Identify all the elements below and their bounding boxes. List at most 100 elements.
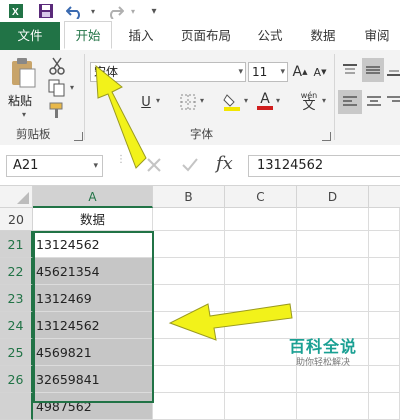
cell-empty[interactable] (225, 393, 297, 420)
row-header[interactable]: 26 (0, 366, 33, 393)
underline-button[interactable]: U (138, 92, 154, 112)
cancel-icon[interactable] (144, 155, 166, 177)
format-painter-icon[interactable] (46, 100, 68, 120)
font-color-button[interactable]: A (256, 90, 274, 112)
cell-empty[interactable] (297, 285, 369, 312)
font-name-dropdown-icon[interactable]: ▾ (238, 63, 243, 81)
column-header-b[interactable]: B (153, 186, 225, 208)
cut-icon[interactable] (46, 56, 68, 76)
cell-empty[interactable] (153, 339, 225, 366)
column-header-a[interactable]: A (33, 186, 153, 208)
align-bottom-icon[interactable] (386, 60, 400, 80)
row-header[interactable]: 20 (0, 208, 33, 231)
align-center-icon[interactable] (364, 92, 384, 112)
cell-a[interactable]: 13124562 (33, 231, 153, 258)
font-name-box[interactable]: 宋体 ▾ (90, 62, 246, 82)
excel-app-icon[interactable]: X (6, 2, 26, 20)
formula-bar-grip-icon[interactable]: ⋮ (116, 155, 126, 175)
copy-icon[interactable] (46, 78, 68, 98)
cell-empty[interactable] (297, 393, 369, 420)
row-header[interactable] (0, 393, 33, 420)
cell-empty[interactable] (153, 258, 225, 285)
cell-empty[interactable] (369, 366, 400, 393)
cell-empty[interactable] (369, 258, 400, 285)
cell-a[interactable]: 1312469 (33, 285, 153, 312)
cell-empty[interactable] (153, 231, 225, 258)
redo-icon[interactable] (104, 2, 126, 20)
phonetic-dropdown-icon[interactable]: ▾ (322, 96, 326, 105)
cell-empty[interactable] (225, 231, 297, 258)
insert-function-button[interactable]: fx (216, 153, 242, 177)
redo-dropdown-icon[interactable]: ▾ (128, 2, 138, 20)
row-header[interactable]: 22 (0, 258, 33, 285)
name-box-dropdown-icon[interactable]: ▾ (93, 156, 98, 176)
tab-review[interactable]: 审阅 (354, 22, 400, 50)
customize-toolbar-icon[interactable]: ▾ (146, 2, 162, 20)
cell-empty[interactable] (297, 231, 369, 258)
cell-a[interactable]: 32659841 (33, 366, 153, 393)
cell-a[interactable]: 45621354 (33, 258, 153, 285)
formula-input[interactable]: 13124562 (248, 155, 400, 177)
cell-empty[interactable] (369, 231, 400, 258)
shrink-font-button[interactable]: A ▼ (312, 62, 328, 82)
select-all-corner[interactable] (0, 186, 33, 208)
underline-dropdown-icon[interactable]: ▾ (156, 96, 160, 105)
row-header[interactable]: 23 (0, 285, 33, 312)
enter-icon[interactable] (180, 155, 202, 177)
cell-a20-header[interactable]: 数据 (33, 208, 153, 231)
paste-label[interactable]: 粘贴 (8, 92, 32, 109)
cell-empty[interactable] (369, 393, 400, 420)
clipboard-launcher-icon[interactable] (74, 132, 83, 141)
tab-page-layout[interactable]: 页面布局 (172, 22, 240, 50)
undo-icon[interactable] (64, 2, 86, 20)
align-middle-icon[interactable] (362, 58, 384, 82)
tab-data[interactable]: 数据 (300, 22, 346, 50)
cell-a[interactable]: 13124562 (33, 312, 153, 339)
fill-color-dropdown-icon[interactable]: ▾ (244, 96, 248, 105)
cell-empty[interactable] (153, 393, 225, 420)
fill-color-icon[interactable] (222, 90, 242, 112)
align-left-icon[interactable] (338, 90, 362, 114)
tab-home[interactable]: 开始 (64, 21, 112, 49)
cell-empty[interactable] (297, 258, 369, 285)
paste-icon[interactable] (8, 56, 38, 90)
undo-dropdown-icon[interactable]: ▾ (88, 2, 98, 20)
borders-icon[interactable] (178, 92, 198, 112)
grow-font-button[interactable]: A ▲ (292, 62, 308, 82)
tab-formulas[interactable]: 公式 (248, 22, 292, 50)
column-header-d[interactable]: D (297, 186, 369, 208)
column-header-c[interactable]: C (225, 186, 297, 208)
font-launcher-icon[interactable] (322, 132, 331, 141)
cell-empty[interactable] (153, 285, 225, 312)
tab-insert[interactable]: 插入 (118, 22, 164, 50)
paste-dropdown-icon[interactable]: ▾ (22, 110, 26, 119)
cell-empty[interactable] (369, 285, 400, 312)
cell-empty[interactable] (153, 312, 225, 339)
row-header[interactable]: 21 (0, 231, 33, 258)
tab-file[interactable]: 文件 (0, 22, 60, 50)
cell-a[interactable]: 4569821 (33, 339, 153, 366)
save-icon[interactable] (36, 2, 56, 20)
row-header[interactable]: 25 (0, 339, 33, 366)
cell-empty[interactable] (369, 208, 400, 231)
cell-a[interactable]: 4987562 (33, 393, 153, 420)
cell-empty[interactable] (225, 258, 297, 285)
phonetic-guide-button[interactable]: wén 文 (296, 88, 322, 114)
row-header[interactable]: 24 (0, 312, 33, 339)
cell-empty[interactable] (225, 208, 297, 231)
align-top-icon[interactable] (340, 60, 360, 80)
cell-empty[interactable] (369, 312, 400, 339)
cell-empty[interactable] (369, 339, 400, 366)
font-color-dropdown-icon[interactable]: ▾ (276, 96, 280, 105)
cell-empty[interactable] (297, 208, 369, 231)
borders-dropdown-icon[interactable]: ▾ (200, 96, 204, 105)
cell-empty[interactable] (225, 285, 297, 312)
font-size-box[interactable]: 11 ▾ (248, 62, 288, 82)
name-box[interactable]: A21 ▾ (6, 155, 103, 177)
font-size-dropdown-icon[interactable]: ▾ (280, 63, 285, 81)
align-right-icon[interactable] (386, 92, 400, 112)
cell-empty[interactable] (153, 366, 225, 393)
copy-dropdown-icon[interactable]: ▾ (70, 83, 74, 92)
cell-empty[interactable] (153, 208, 225, 231)
column-header-e[interactable] (369, 186, 400, 208)
